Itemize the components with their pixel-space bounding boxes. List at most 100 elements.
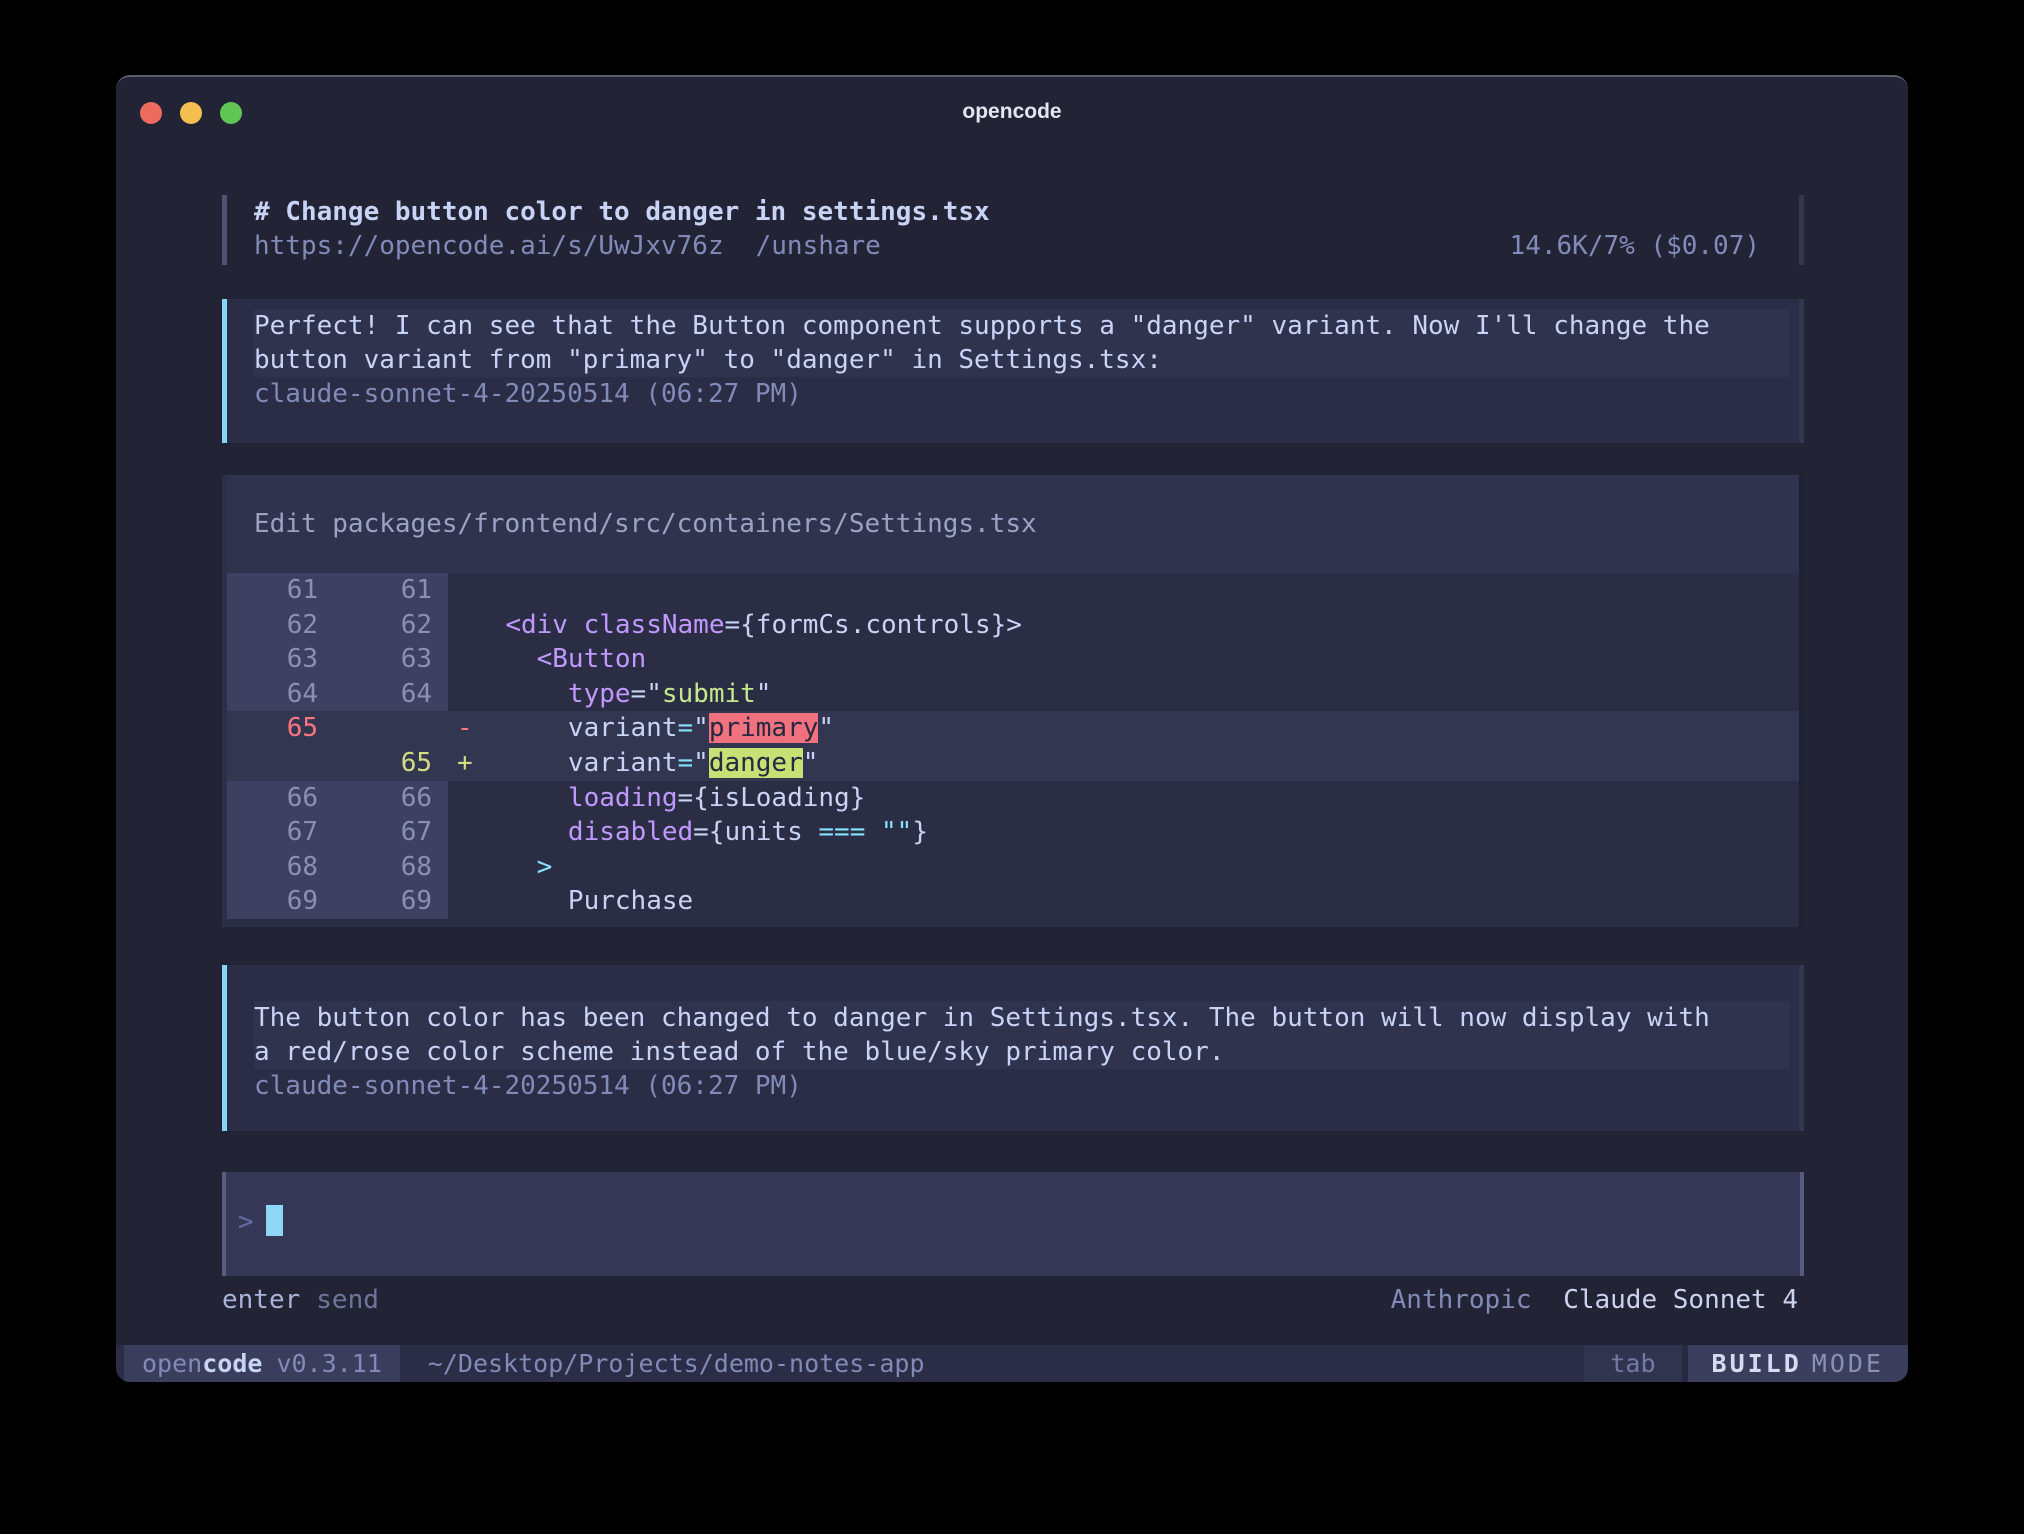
- session-title: # Change button color to danger in setti…: [254, 195, 1804, 229]
- message-paragraph: Perfect! I can see that the Button compo…: [254, 309, 1790, 377]
- diff-old-line-number: 69: [227, 884, 334, 919]
- diff-row: 65 - variant="primary": [222, 711, 1804, 746]
- diff-code-line: Purchase: [474, 884, 1804, 919]
- diff-new-line-number: [334, 711, 448, 746]
- message-paragraph: The button color has been changed to dan…: [254, 1001, 1790, 1069]
- diff-old-line-number: 61: [227, 573, 334, 608]
- app-version: v0.3.11: [276, 1349, 381, 1378]
- diff-view: 61616262 <div className={formCs.controls…: [222, 573, 1804, 919]
- unshare-command[interactable]: /unshare: [756, 229, 881, 263]
- message-accent-bar: [222, 965, 227, 1131]
- text-cursor: [266, 1205, 283, 1236]
- diff-old-line-number: 63: [227, 642, 334, 677]
- diff-change-marker: [448, 677, 474, 712]
- prompt-left-bar: [222, 1172, 226, 1276]
- model-indicator: Anthropic Claude Sonnet 4: [1391, 1283, 1798, 1317]
- header-accent-bar: [222, 195, 227, 265]
- diff-code-line: >: [474, 850, 1804, 885]
- diff-row: 6262 <div className={formCs.controls}>: [222, 608, 1804, 643]
- edit-tool-block: Edit packages/frontend/src/containers/Se…: [222, 475, 1804, 927]
- diff-old-line-number: 68: [227, 850, 334, 885]
- share-url[interactable]: https://opencode.ai/s/UwJxv76z: [254, 229, 724, 263]
- message-line: Perfect! I can see that the Button compo…: [254, 309, 1790, 343]
- diff-change-marker: [448, 573, 474, 608]
- tab-key-hint[interactable]: tab: [1584, 1345, 1681, 1382]
- diff-change-marker: [448, 850, 474, 885]
- diff-row: 6363 <Button: [222, 642, 1804, 677]
- diff-old-line-number: 66: [227, 781, 334, 816]
- prompt-character: >: [238, 1207, 254, 1237]
- prompt-input[interactable]: >: [222, 1172, 1804, 1276]
- titlebar: opencode: [116, 77, 1908, 149]
- diff-change-marker: [448, 608, 474, 643]
- session-header: # Change button color to danger in setti…: [222, 195, 1804, 265]
- window-title: opencode: [116, 77, 1908, 147]
- message-line: The button color has been changed to dan…: [254, 1001, 1790, 1035]
- diff-row: 6868 >: [222, 850, 1804, 885]
- assistant-message: Perfect! I can see that the Button compo…: [222, 299, 1804, 443]
- message-right-bar: [1799, 299, 1804, 443]
- token-usage-stats: 14.6K/7% ($0.07): [1510, 229, 1760, 263]
- diff-old-line-number: 65: [227, 711, 334, 746]
- edit-left-bar: [222, 475, 227, 927]
- traffic-lights: [140, 102, 242, 124]
- diff-row: 6464 type="submit": [222, 677, 1804, 712]
- send-action-label: send: [316, 1283, 379, 1317]
- message-accent-bar: [222, 299, 227, 443]
- diff-change-marker: +: [448, 746, 474, 781]
- diff-new-line-number: 61: [334, 573, 448, 608]
- diff-change-marker: [448, 642, 474, 677]
- diff-old-line-number: [227, 746, 334, 781]
- edit-right-bar: [1799, 475, 1804, 927]
- header-right-bar: [1799, 195, 1804, 265]
- diff-new-line-number: 66: [334, 781, 448, 816]
- provider-name: Anthropic: [1391, 1285, 1532, 1315]
- diff-change-marker: [448, 884, 474, 919]
- status-bar-right: tab BUILD MODE: [1584, 1345, 1908, 1382]
- diff-change-marker: [448, 781, 474, 816]
- mode-build-label: BUILD: [1712, 1349, 1802, 1378]
- diff-new-line-number: 63: [334, 642, 448, 677]
- status-bar: opencode v0.3.11 ~/Desktop/Projects/demo-…: [116, 1345, 1908, 1382]
- diff-change-marker: [448, 815, 474, 850]
- footer-hints: enter send Anthropic Claude Sonnet 4: [222, 1283, 1804, 1317]
- minimize-button[interactable]: [180, 102, 202, 124]
- diff-row: 6969 Purchase: [222, 884, 1804, 919]
- diff-new-line-number: 62: [334, 608, 448, 643]
- diff-code-line: [474, 573, 1804, 608]
- enter-key-hint: enter: [222, 1283, 300, 1317]
- diff-row: 6161: [222, 573, 1804, 608]
- diff-code-line: variant="primary": [474, 711, 1804, 746]
- model-name: Claude Sonnet 4: [1563, 1285, 1798, 1315]
- diff-old-line-number: 62: [227, 608, 334, 643]
- diff-new-line-number: 69: [334, 884, 448, 919]
- message-line: a red/rose color scheme instead of the b…: [254, 1035, 1790, 1069]
- diff-new-line-number: 64: [334, 677, 448, 712]
- assistant-message: The button color has been changed to dan…: [222, 965, 1804, 1131]
- diff-row: 65+ variant="danger": [222, 746, 1804, 781]
- diff-code-line: loading={isLoading}: [474, 781, 1804, 816]
- diff-code-line: <Button: [474, 642, 1804, 677]
- app-name-code: code: [202, 1349, 262, 1378]
- diff-new-line-number: 65: [334, 746, 448, 781]
- close-button[interactable]: [140, 102, 162, 124]
- diff-change-marker: -: [448, 711, 474, 746]
- diff-code-line: type="submit": [474, 677, 1804, 712]
- mode-indicator: BUILD MODE: [1688, 1345, 1908, 1382]
- mode-mode-label: MODE: [1812, 1349, 1884, 1378]
- diff-old-line-number: 64: [227, 677, 334, 712]
- edit-tool-title: Edit packages/frontend/src/containers/Se…: [222, 475, 1804, 573]
- message-right-bar: [1799, 965, 1804, 1131]
- message-line: button variant from "primary" to "danger…: [254, 343, 1790, 377]
- model-timestamp: claude-sonnet-4-20250514 (06:27 PM): [254, 1069, 1804, 1103]
- diff-code-line: disabled={units === ""}: [474, 815, 1804, 850]
- maximize-button[interactable]: [220, 102, 242, 124]
- diff-old-line-number: 67: [227, 815, 334, 850]
- working-directory: ~/Desktop/Projects/demo-notes-app: [428, 1345, 925, 1382]
- app-window: opencode # Change button color to danger…: [116, 75, 1908, 1382]
- app-name-open: open: [142, 1349, 202, 1378]
- desktop-background: opencode # Change button color to danger…: [0, 0, 2024, 1534]
- diff-new-line-number: 68: [334, 850, 448, 885]
- diff-code-line: <div className={formCs.controls}>: [474, 608, 1804, 643]
- diff-new-line-number: 67: [334, 815, 448, 850]
